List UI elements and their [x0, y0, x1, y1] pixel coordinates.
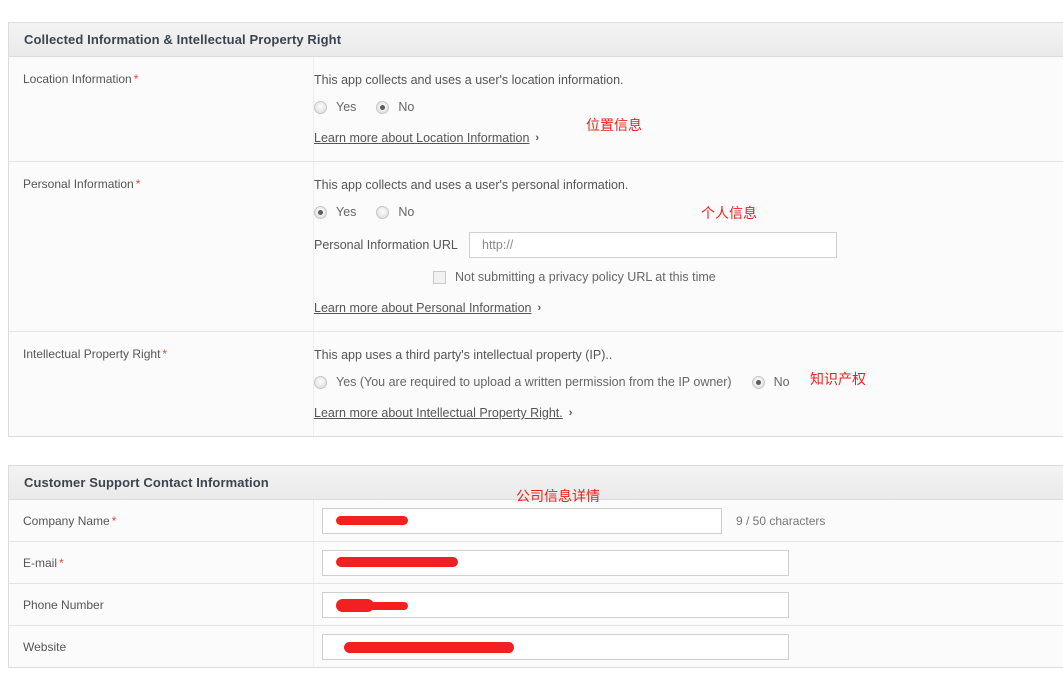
- label-location-information: Location Information *: [9, 57, 314, 161]
- learn-more-location-information[interactable]: Learn more about Location Information ›: [314, 131, 539, 145]
- row-phone-number: Phone Number: [9, 584, 1063, 626]
- panel-gap: [0, 437, 1063, 465]
- learn-more-intellectual-property-right[interactable]: Learn more about Intellectual Property R…: [314, 406, 572, 420]
- row-website: Website: [9, 626, 1063, 667]
- panel-header-customer-support: Customer Support Contact Information: [9, 466, 1063, 500]
- label-personal-information: Personal Information *: [9, 162, 314, 331]
- label-text: Location Information: [23, 72, 132, 86]
- label-company-name: Company Name *: [9, 500, 314, 541]
- row-intellectual-property-right: Intellectual Property Right * This app us…: [9, 332, 1063, 436]
- radio-label-no: No: [773, 375, 790, 389]
- required-asterisk: *: [59, 555, 64, 570]
- website-input[interactable]: [322, 633, 789, 660]
- personal-information-url-input[interactable]: [469, 232, 837, 258]
- content-personal-information: This app collects and uses a user's pers…: [314, 162, 1063, 331]
- email-input-wrap: [322, 549, 789, 576]
- collected-information-panel: Collected Information & Intellectual Pro…: [8, 22, 1063, 437]
- radio-label-yes: Yes: [336, 100, 357, 114]
- description-location-information: This app collects and uses a user's loca…: [314, 73, 624, 87]
- chevron-right-icon: ›: [537, 302, 542, 314]
- phone-number-input-wrap: [322, 591, 789, 618]
- row-company-name: Company Name * 9 / 50 characters: [9, 500, 1063, 542]
- radio-group-location-information: Yes No: [314, 100, 1063, 114]
- learn-more-personal-information[interactable]: Learn more about Personal Information ›: [314, 301, 541, 315]
- label-personal-information-url: Personal Information URL: [314, 238, 458, 252]
- radio-option-location-yes[interactable]: Yes: [314, 100, 356, 114]
- panel-header-collected-information: Collected Information & Intellectual Pro…: [9, 23, 1063, 57]
- phone-number-input[interactable]: [322, 591, 789, 618]
- checkbox-label-not-submitting: Not submitting a privacy policy URL at t…: [455, 270, 716, 284]
- privacy-policy-checkbox-row[interactable]: Not submitting a privacy policy URL at t…: [433, 270, 1063, 284]
- radio-icon-unchecked[interactable]: [314, 375, 327, 389]
- form-page: Collected Information & Intellectual Pro…: [0, 0, 1063, 668]
- radio-label-no: No: [398, 100, 415, 114]
- content-intellectual-property-right: This app uses a third party's intellectu…: [314, 332, 1063, 436]
- radio-icon-checked[interactable]: [314, 205, 327, 219]
- label-text: Personal Information: [23, 177, 134, 191]
- radio-icon-unchecked[interactable]: [314, 100, 327, 114]
- chevron-right-icon: ›: [568, 407, 573, 419]
- character-counter-company-name: 9 / 50 characters: [736, 513, 826, 528]
- radio-option-personal-yes[interactable]: Yes: [314, 205, 356, 219]
- learn-more-label: Learn more about Intellectual Property R…: [314, 406, 563, 420]
- field-website: [314, 633, 789, 660]
- description-intellectual-property-right: This app uses a third party's intellectu…: [314, 348, 613, 362]
- label-phone-number: Phone Number: [9, 584, 314, 625]
- learn-more-label: Learn more about Personal Information: [314, 301, 532, 315]
- radio-option-location-no[interactable]: No: [376, 100, 414, 114]
- field-email: [314, 549, 789, 576]
- label-text: Phone Number: [23, 597, 104, 612]
- content-location-information: This app collects and uses a user's loca…: [314, 57, 1063, 161]
- email-input[interactable]: [322, 549, 789, 576]
- description-personal-information: This app collects and uses a user's pers…: [314, 178, 629, 192]
- label-text: Company Name: [23, 513, 110, 528]
- radio-group-personal-information: Yes No: [314, 205, 1063, 219]
- learn-more-label: Learn more about Location Information: [314, 131, 530, 145]
- label-website: Website: [9, 626, 314, 667]
- row-personal-information: Personal Information * This app collects …: [9, 162, 1063, 332]
- radio-icon-checked[interactable]: [751, 375, 765, 389]
- field-company-name: 9 / 50 characters: [314, 507, 826, 534]
- radio-group-intellectual-property-right: Yes (You are required to upload a writte…: [314, 375, 1063, 389]
- customer-support-contact-panel: Customer Support Contact Information Com…: [8, 465, 1063, 668]
- radio-label-no: No: [398, 205, 415, 219]
- personal-information-url-line: Personal Information URL: [314, 232, 1063, 258]
- required-asterisk: *: [162, 347, 168, 361]
- company-name-input[interactable]: [322, 507, 722, 534]
- required-asterisk: *: [111, 513, 117, 528]
- label-text: Intellectual Property Right: [23, 347, 161, 361]
- checkbox-icon-unchecked[interactable]: [433, 270, 446, 284]
- website-input-wrap: [322, 633, 789, 660]
- required-asterisk: *: [133, 72, 139, 86]
- row-email: E-mail *: [9, 542, 1063, 584]
- radio-icon-checked[interactable]: [376, 100, 390, 114]
- top-spacer: [0, 0, 1063, 22]
- radio-option-personal-no[interactable]: No: [376, 205, 414, 219]
- radio-icon-unchecked[interactable]: [376, 205, 390, 219]
- label-text: E-mail: [23, 555, 58, 570]
- radio-label-yes: Yes (You are required to upload a writte…: [336, 375, 732, 389]
- radio-option-ip-yes[interactable]: Yes (You are required to upload a writte…: [314, 375, 732, 389]
- label-text: Website: [23, 639, 67, 654]
- label-email: E-mail *: [9, 542, 314, 583]
- radio-label-yes: Yes: [336, 205, 357, 219]
- row-location-information: Location Information * This app collects …: [9, 57, 1063, 162]
- radio-option-ip-no[interactable]: No: [751, 375, 790, 389]
- required-asterisk: *: [135, 177, 141, 191]
- chevron-right-icon: ›: [535, 132, 540, 144]
- label-intellectual-property-right: Intellectual Property Right *: [9, 332, 314, 436]
- field-phone-number: [314, 591, 789, 618]
- company-name-input-wrap: [322, 507, 722, 534]
